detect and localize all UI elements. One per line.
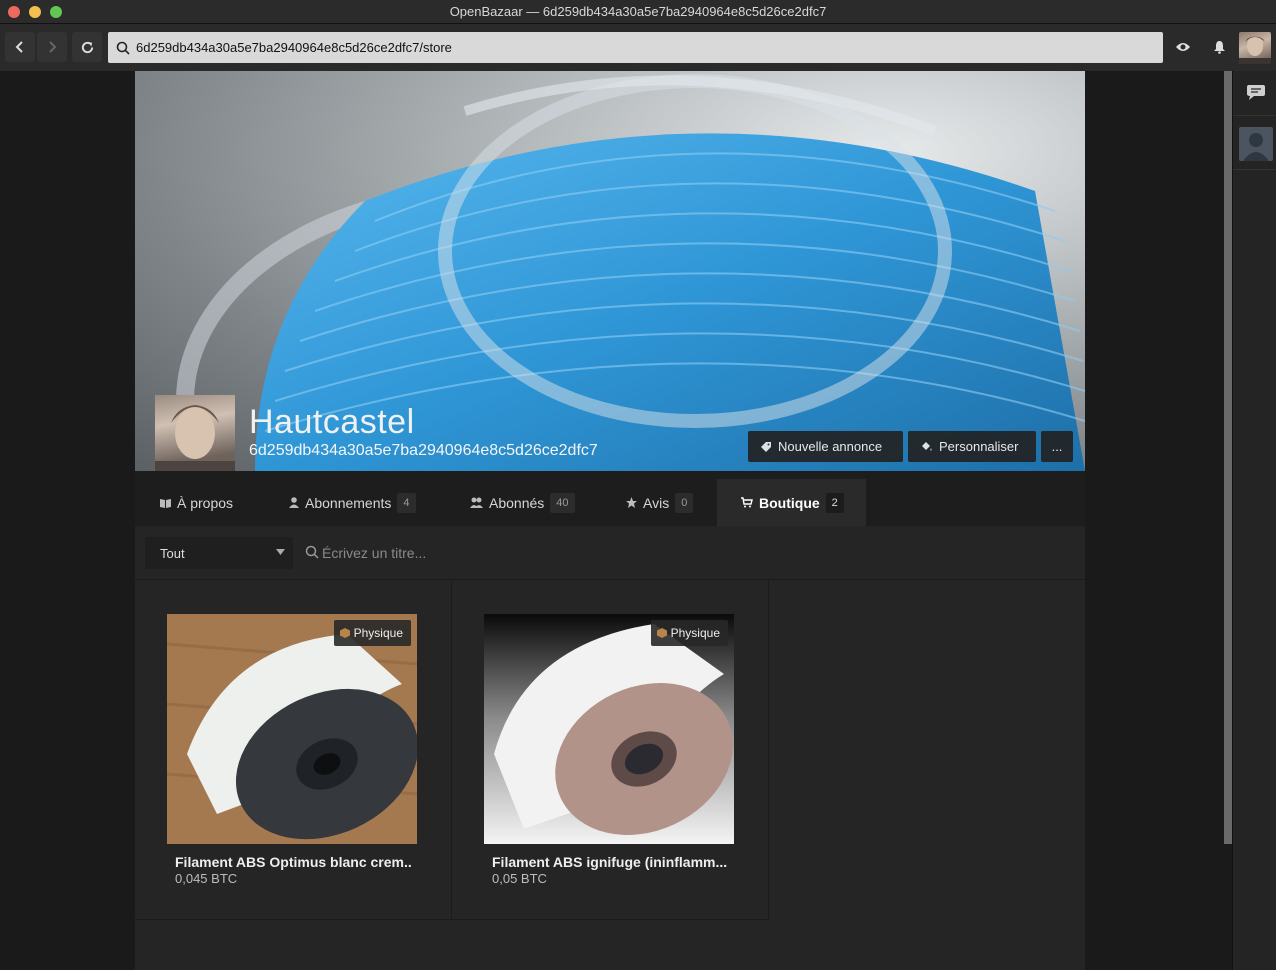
tab-store-count: 2 [825,492,844,513]
address-bar[interactable]: 6d259db434a30a5e7ba2940964e8c5d26ce2dfc7… [108,32,1163,63]
tab-following-label: Abonnements [305,494,392,511]
filament-spool-image [484,614,734,844]
listing-image[interactable]: Physique [484,614,734,844]
listing-card[interactable]: Physique Filament ABS ignifuge (ininflam… [452,580,769,920]
listing-price: 0,05 BTC [492,871,547,886]
store-name: Hautcastel [249,403,415,441]
avatar-image [1239,36,1271,64]
tab-reviews-count: 0 [675,492,694,513]
person-icon [1243,133,1269,161]
tag-icon [761,441,771,452]
physical-badge-label: Physique [670,626,720,640]
type-filter-select[interactable]: Tout [145,537,293,569]
sidebar-divider [1233,115,1276,116]
visibility-button[interactable] [1168,32,1198,62]
tab-about-label: À propos [177,494,234,511]
customize-button[interactable]: Personnaliser [908,431,1036,462]
nav-bar: 6d259db434a30a5e7ba2940964e8c5d26ce2dfc7… [0,24,1276,71]
store-tabs: À propos Abonnements 4 Abonnés 40 Avis 0… [135,471,1085,526]
tab-following[interactable]: Abonnements 4 [275,479,430,526]
user-icon [289,497,299,508]
tab-followers-label: Abonnés [489,494,545,511]
physical-badge: Physique [333,620,411,646]
search-icon [305,545,319,559]
eye-icon [1176,43,1190,51]
tab-reviews-label: Avis [643,494,670,511]
tab-following-count: 4 [397,492,416,513]
chevron-right-icon [49,41,57,53]
type-filter-value: Tout [160,545,185,561]
listing-image[interactable]: Physique [167,614,417,844]
address-text: 6d259db434a30a5e7ba2940964e8c5d26ce2dfc7… [136,40,452,55]
caret-down-icon [276,549,285,555]
listing-title[interactable]: Filament ABS ignifuge (ininflamm... [492,854,742,870]
reload-icon [81,41,93,53]
listing-card[interactable]: Physique Filament ABS Optimus blanc crem… [135,580,452,920]
right-sidebar [1232,71,1276,970]
page-scrollbar[interactable] [1224,71,1232,844]
more-options-button[interactable]: ... [1041,431,1073,462]
star-icon [626,497,637,508]
filament-spool-image [167,614,417,844]
store-page: Hautcastel 6d259db434a30a5e7ba2940964e8c… [135,71,1085,970]
store-avatar [155,395,235,471]
new-listing-button[interactable]: Nouvelle annonce [748,431,903,462]
tab-store[interactable]: Boutique 2 [717,479,866,526]
listing-search-input[interactable] [322,538,822,568]
reload-button[interactable] [72,32,102,62]
contact-avatar[interactable] [1239,127,1273,161]
customize-label: Personnaliser [939,439,1019,454]
tab-followers[interactable]: Abonnés 40 [456,479,589,526]
filter-bar: Tout [135,526,1085,580]
window-title: OpenBazaar — 6d259db434a30a5e7ba2940964e… [449,4,827,19]
user-avatar[interactable] [1239,32,1271,64]
listing-title[interactable]: Filament ABS Optimus blanc crem.. [175,854,425,870]
cart-icon [741,497,753,508]
tab-about[interactable]: À propos [146,479,247,526]
box-icon [339,628,350,638]
chevron-left-icon [15,41,23,53]
users-icon [470,497,483,508]
store-avatar-image [155,405,235,471]
store-guid: 6d259db434a30a5e7ba2940964e8c5d26ce2dfc7 [249,442,598,459]
book-icon [160,498,171,508]
physical-badge: Physique [650,620,728,646]
tab-followers-count: 40 [550,492,575,513]
sidebar-divider [1233,169,1276,170]
notifications-button[interactable] [1204,32,1234,62]
forward-button[interactable] [37,32,67,62]
search-icon [116,41,130,55]
bell-icon [1213,41,1225,54]
box-icon [656,628,667,638]
new-listing-label: Nouvelle annonce [778,439,883,454]
chat-icon[interactable] [1245,83,1267,103]
back-button[interactable] [5,32,35,62]
paint-bucket-icon [922,441,932,451]
tab-store-label: Boutique [759,494,820,511]
physical-badge-label: Physique [353,626,403,640]
listing-price: 0,045 BTC [175,871,238,886]
tab-reviews[interactable]: Avis 0 [612,479,707,526]
store-banner: Hautcastel 6d259db434a30a5e7ba2940964e8c… [135,71,1085,471]
title-bar: OpenBazaar — 6d259db434a30a5e7ba2940964e… [0,0,1276,24]
